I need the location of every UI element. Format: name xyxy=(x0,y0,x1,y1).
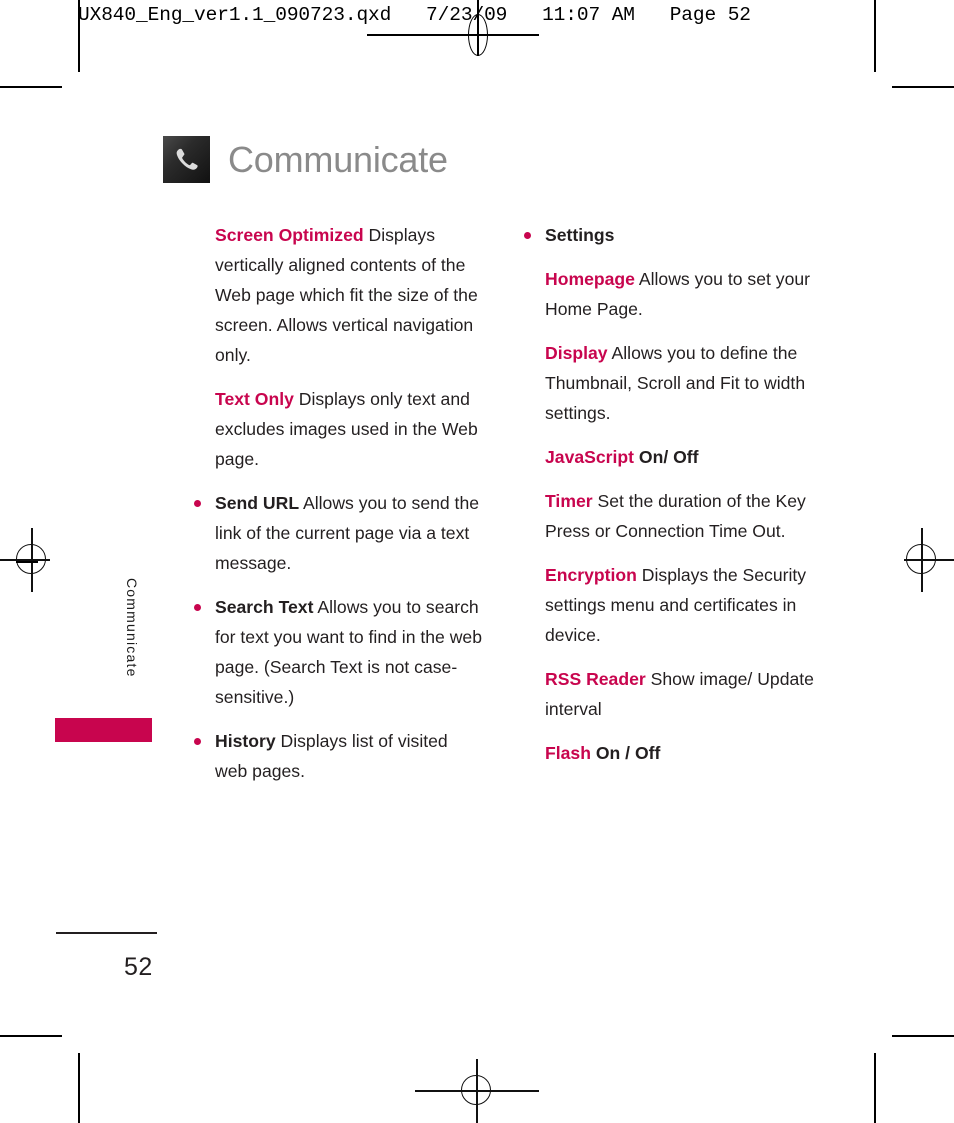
bullet-dot-icon xyxy=(194,500,201,507)
page-title: Communicate xyxy=(163,136,448,183)
bullet-list-item: Search Text Allows you to search for tex… xyxy=(182,592,482,712)
bullet-list-item: Send URL Allows you to send the link of … xyxy=(182,488,482,578)
footer-divider xyxy=(56,932,157,934)
definition-term: Text Only xyxy=(215,389,294,409)
page-number: 52 xyxy=(124,953,153,981)
manual-page: UX840_Eng_ver1.1_090723.qxd 7/23/09 11:0… xyxy=(0,0,954,1123)
definition-paragraph: Encryption Displays the Security setting… xyxy=(512,560,822,650)
definition-paragraph: Display Allows you to define the Thumbna… xyxy=(512,338,822,428)
definition-term: Flash xyxy=(545,743,591,763)
definition-value: On / Off xyxy=(590,743,661,763)
bullet-dot-icon xyxy=(194,604,201,611)
definition-term: Encryption xyxy=(545,565,637,585)
definition-paragraph: Timer Set the duration of the Key Press … xyxy=(512,486,822,546)
definition-paragraph: JavaScript On/ Off xyxy=(512,442,822,472)
crop-mark-icon xyxy=(0,86,62,88)
definition-paragraph: Screen Optimized Displays vertically ali… xyxy=(182,220,482,370)
definition-term: Timer xyxy=(545,491,593,511)
crop-mark-icon xyxy=(78,1053,80,1123)
left-text-column: Screen Optimized Displays vertically ali… xyxy=(182,220,482,800)
definition-paragraph: Text Only Displays only text and exclude… xyxy=(182,384,482,474)
crop-mark-icon xyxy=(0,1035,62,1037)
page-title-text: Communicate xyxy=(228,138,448,180)
definition-term: RSS Reader xyxy=(545,669,646,689)
definition-term: Screen Optimized xyxy=(215,225,364,245)
definition-term: Display xyxy=(545,343,608,363)
definition-term: History xyxy=(215,731,276,751)
definition-term: Send URL xyxy=(215,493,300,513)
definition-body: Displays vertically aligned contents of … xyxy=(215,225,478,365)
definition-term: Search Text xyxy=(215,597,314,617)
bullet-dot-icon xyxy=(194,738,201,745)
registration-target-icon xyxy=(462,0,492,56)
registration-target-icon xyxy=(415,1059,539,1123)
definition-paragraph: Homepage Allows you to set your Home Pag… xyxy=(512,264,822,324)
crop-mark-icon xyxy=(892,1035,954,1037)
definition-paragraph: RSS Reader Show image/ Update interval xyxy=(512,664,822,724)
crop-mark-icon xyxy=(892,86,954,88)
definition-term: Homepage xyxy=(545,269,635,289)
registration-target-icon xyxy=(890,528,954,592)
phone-handset-icon xyxy=(163,136,210,183)
bullet-dot-icon xyxy=(524,232,531,239)
definition-paragraph: Flash On / Off xyxy=(512,738,822,768)
slug-underline xyxy=(367,34,539,36)
right-text-column: Settings Homepage Allows you to set your … xyxy=(512,220,822,782)
definition-value: On/ Off xyxy=(634,447,699,467)
slug-right-rule xyxy=(874,0,876,72)
side-tab-tick xyxy=(16,561,38,563)
bullet-list-item: History Displays list of visited web pag… xyxy=(182,726,482,786)
side-tab-block xyxy=(55,718,152,742)
crop-mark-icon xyxy=(874,1053,876,1123)
definition-term: JavaScript xyxy=(545,447,634,467)
registration-target-icon xyxy=(0,528,64,592)
bullet-list-item: Settings xyxy=(512,220,822,250)
side-tab-label: Communicate xyxy=(124,578,140,678)
prepress-slug-text: UX840_Eng_ver1.1_090723.qxd 7/23/09 11:0… xyxy=(78,4,751,26)
definition-term: Settings xyxy=(545,225,615,245)
